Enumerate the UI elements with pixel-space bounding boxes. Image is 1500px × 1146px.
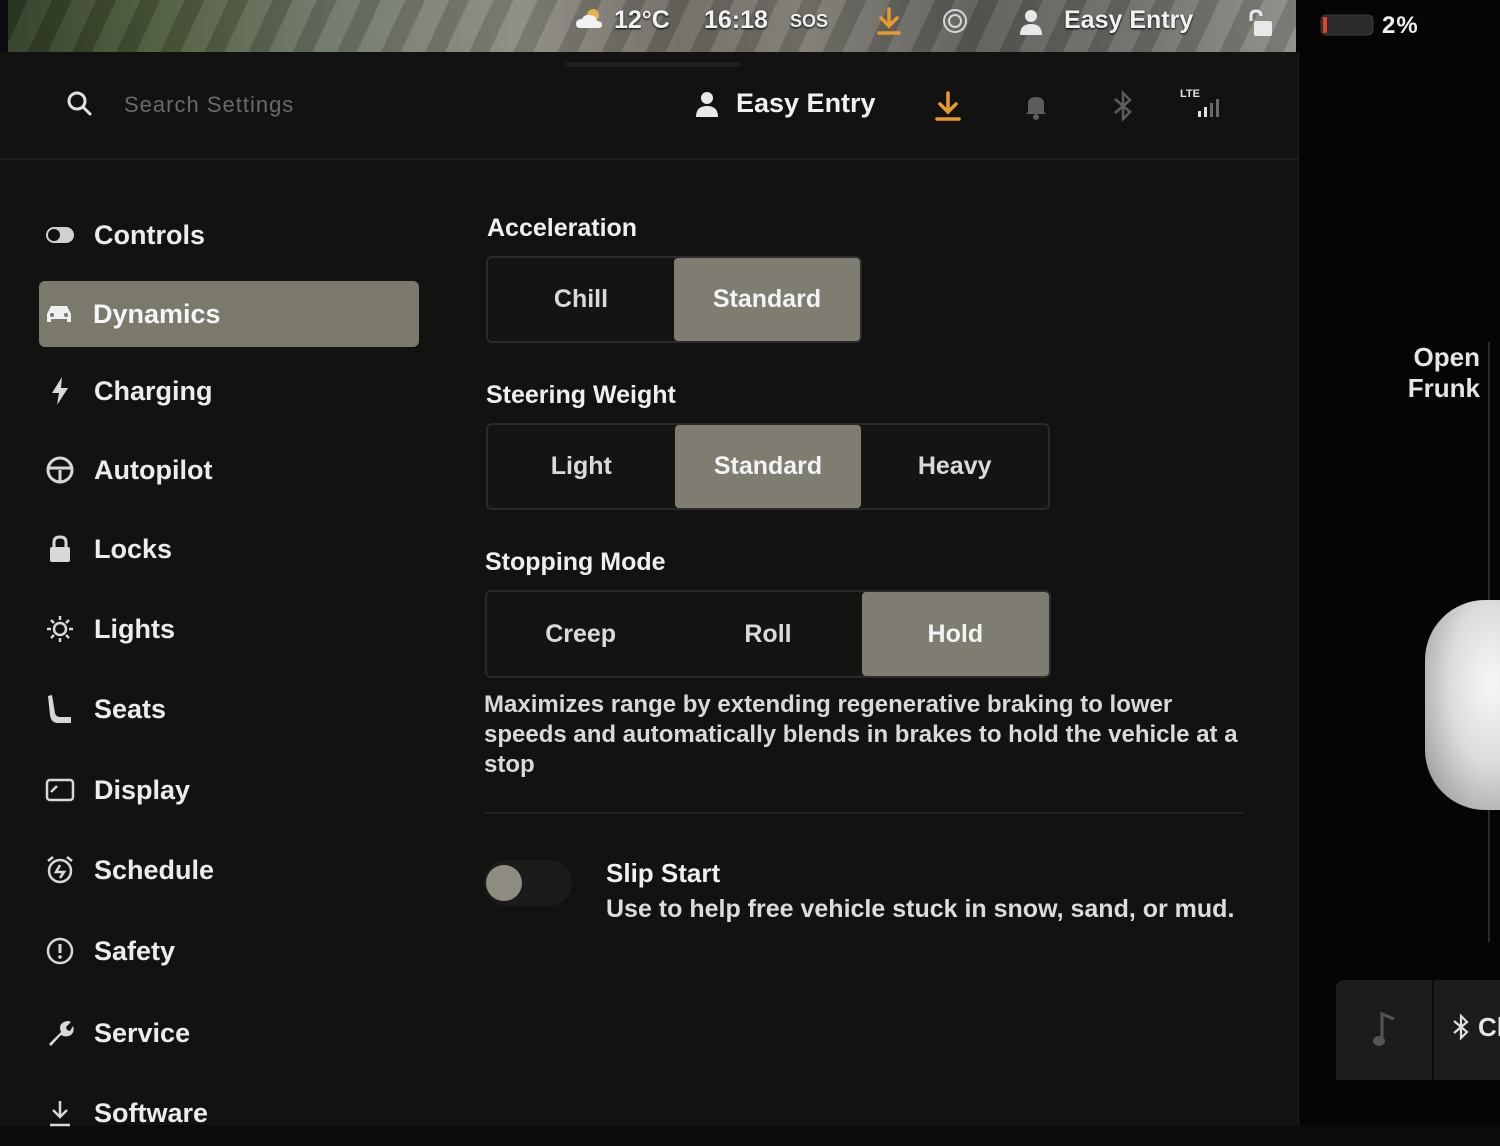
- acceleration-title: Acceleration: [487, 214, 638, 242]
- weather-icon: [574, 6, 606, 37]
- bluetooth-media-icon[interactable]: [1452, 1013, 1470, 1045]
- stopping-option-creep[interactable]: Creep: [487, 592, 674, 676]
- stopping-mode-title: Stopping Mode: [485, 548, 666, 576]
- sidebar-item-autopilot[interactable]: Autopilot: [40, 437, 420, 503]
- steering-weight-selector: Light Standard Heavy: [486, 423, 1050, 510]
- battery-icon: [1320, 14, 1376, 41]
- sidebar-item-seats[interactable]: Seats: [40, 676, 420, 742]
- steering-wheel-icon: [40, 450, 80, 490]
- bell-icon[interactable]: [1024, 92, 1048, 125]
- sidebar-item-controls[interactable]: Controls: [40, 202, 420, 268]
- car-icon: [39, 294, 79, 334]
- section-divider: [484, 812, 1244, 814]
- alarm-clock-icon: [40, 850, 80, 890]
- sidebar-item-dynamics[interactable]: Dynamics: [39, 281, 419, 347]
- right-display-area: [1296, 0, 1500, 1125]
- steering-option-heavy[interactable]: Heavy: [861, 425, 1048, 508]
- music-note-icon[interactable]: [1372, 1010, 1398, 1053]
- steering-option-standard[interactable]: Standard: [674, 425, 862, 508]
- battery-percent: 2%: [1382, 12, 1419, 39]
- stopping-option-hold[interactable]: Hold: [861, 592, 1049, 676]
- acceleration-selector: Chill Standard: [486, 256, 862, 343]
- header-profile-name: Easy Entry: [736, 88, 876, 118]
- bluetooth-icon[interactable]: [1112, 89, 1134, 127]
- download-icon: [40, 1093, 80, 1133]
- panel-drag-handle[interactable]: [565, 62, 741, 67]
- stopping-mode-selector: Creep Roll Hold: [485, 590, 1051, 678]
- status-profile-icon[interactable]: [1018, 8, 1044, 41]
- sidebar-item-service[interactable]: Service: [40, 1000, 420, 1066]
- wrench-icon: [40, 1013, 80, 1053]
- camera-status-icon[interactable]: [942, 8, 968, 39]
- sidebar-item-locks[interactable]: Locks: [40, 516, 420, 582]
- search-input[interactable]: [122, 88, 446, 122]
- slip-start-title: Slip Start: [606, 858, 721, 888]
- open-frunk-label-line1: Open: [1413, 342, 1480, 372]
- toggle-knob: [486, 865, 522, 901]
- open-frunk-button[interactable]: Open Frunk: [1396, 342, 1480, 404]
- media-dock: [1336, 980, 1500, 1080]
- unlock-icon[interactable]: [1246, 8, 1274, 43]
- temperature: 12°C: [614, 6, 670, 34]
- status-profile-name[interactable]: Easy Entry: [1064, 6, 1193, 35]
- media-dock-divider: [1432, 980, 1434, 1080]
- stopping-option-roll[interactable]: Roll: [674, 592, 861, 676]
- sidebar-item-lights[interactable]: Lights: [40, 596, 420, 662]
- steering-weight-title: Steering Weight: [486, 381, 676, 409]
- toggle-icon: [40, 215, 80, 255]
- seat-icon: [40, 689, 80, 729]
- display-icon: [40, 770, 80, 810]
- slip-start-description: Use to help free vehicle stuck in snow, …: [606, 895, 1235, 923]
- acceleration-option-chill[interactable]: Chill: [488, 258, 674, 341]
- sos-label: SOS: [790, 11, 829, 31]
- sidebar-item-safety[interactable]: Safety: [40, 918, 420, 984]
- sidebar-item-schedule[interactable]: Schedule: [40, 837, 420, 903]
- sidebar-item-display[interactable]: Display: [40, 757, 420, 823]
- lightning-icon: [40, 371, 80, 411]
- steering-option-light[interactable]: Light: [488, 425, 675, 508]
- sidebar-item-charging[interactable]: Charging: [40, 358, 420, 424]
- alert-circle-icon: [40, 931, 80, 971]
- sidebar-item-software[interactable]: Software: [40, 1080, 420, 1146]
- sun-icon: [40, 609, 80, 649]
- vehicle-image: [1425, 600, 1500, 810]
- profile-icon: [696, 91, 718, 117]
- bluetooth-media-label[interactable]: Cl: [1478, 1012, 1500, 1043]
- header-profile-button[interactable]: Easy Entry: [694, 88, 876, 119]
- download-status-icon[interactable]: [876, 6, 902, 41]
- open-frunk-label-line2: Frunk: [1407, 373, 1480, 403]
- slip-start-toggle[interactable]: [484, 860, 572, 906]
- header-divider: [0, 158, 1298, 160]
- lock-icon: [40, 529, 80, 569]
- download-icon[interactable]: [934, 90, 962, 127]
- clock: 16:18: [704, 6, 768, 34]
- stopping-mode-description: Maximizes range by extending regenerativ…: [484, 691, 1238, 778]
- acceleration-option-standard[interactable]: Standard: [674, 258, 860, 341]
- sos-button[interactable]: SOS: [790, 11, 828, 32]
- search-icon[interactable]: [66, 90, 92, 116]
